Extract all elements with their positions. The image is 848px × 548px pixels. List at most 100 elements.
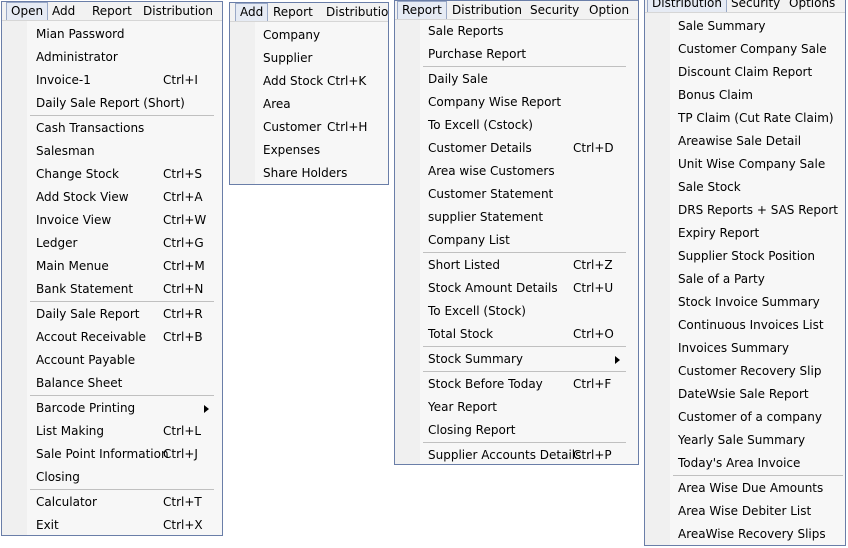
menu-item-areawise-sale-detail[interactable]: Areawise Sale Detail (645, 130, 845, 153)
menu-item-shortcut: Ctrl+R (163, 307, 203, 321)
menubar-item-report[interactable]: Report (397, 1, 447, 19)
menu-item-area-wise-customers[interactable]: Area wise Customers (395, 160, 638, 183)
menu-item-accout-receivable[interactable]: Accout Receivable Ctrl+B (2, 326, 222, 349)
menu-item-label: Accout Receivable (36, 330, 146, 344)
menu-item-area-wise-due-amounts[interactable]: Area Wise Due Amounts (645, 477, 845, 500)
menu-item-customer-details[interactable]: Customer Details Ctrl+D (395, 137, 638, 160)
menubar-item-open[interactable]: Open (6, 2, 49, 20)
menu-item-daily-sale[interactable]: Daily Sale (395, 68, 638, 91)
menu-item-mian-password[interactable]: Mian Password (2, 23, 222, 46)
menu-item-customer-company-sale[interactable]: Customer Company Sale (645, 38, 845, 61)
menu-item-salesman[interactable]: Salesman (2, 140, 222, 163)
menubar-item-add[interactable]: Add (48, 2, 79, 20)
menu-item-main-menue[interactable]: Main Menue Ctrl+M (2, 255, 222, 278)
menubar-item-distribution[interactable]: Distribution (322, 3, 388, 21)
menubar-item-distribution[interactable]: Distribution (139, 2, 217, 20)
menu-item-company[interactable]: Company (230, 24, 388, 47)
menu-item-bank-statement[interactable]: Bank Statement Ctrl+N (2, 278, 222, 301)
menu-item-shortcut: Ctrl+T (163, 495, 202, 509)
menu-item-daily-sale-report[interactable]: Daily Sale Report Ctrl+R (2, 303, 222, 326)
menu-item-invoice-1[interactable]: Invoice-1 Ctrl+I (2, 69, 222, 92)
menu-item-company-list[interactable]: Company List (395, 229, 638, 252)
menu-item-total-stock[interactable]: Total Stock Ctrl+O (395, 323, 638, 346)
menu-item-label: Administrator (36, 50, 118, 64)
menu-item-shortcut: Ctrl+I (163, 73, 198, 87)
menu-item-label: Add Stock (263, 74, 324, 88)
menu-item-today-s-area-invoice[interactable]: Today's Area Invoice (645, 452, 845, 475)
menu-item-shortcut: Ctrl+D (573, 141, 614, 155)
menu-item-barcode-printing[interactable]: Barcode Printing (2, 397, 222, 420)
menu-item-label: Add Stock View (36, 190, 129, 204)
menu-item-change-stock[interactable]: Change Stock Ctrl+S (2, 163, 222, 186)
menu-item-datewsie-sale-report[interactable]: DateWsie Sale Report (645, 383, 845, 406)
menu-item-supplier-statement[interactable]: supplier Statement (395, 206, 638, 229)
menu-item-purchase-report[interactable]: Purchase Report (395, 43, 638, 66)
menu-item-discount-claim-report[interactable]: Discount Claim Report (645, 61, 845, 84)
menu-item-closing[interactable]: Closing (2, 466, 222, 489)
menu-item-stock-invoice-summary[interactable]: Stock Invoice Summary (645, 291, 845, 314)
menu-item-sale-point-information[interactable]: Sale Point Information Ctrl+J (2, 443, 222, 466)
menu-item-continuous-invoices-list[interactable]: Continuous Invoices List (645, 314, 845, 337)
menu-item-to-excell-stock[interactable]: To Excell (Stock) (395, 300, 638, 323)
menu-item-bonus-claim[interactable]: Bonus Claim (645, 84, 845, 107)
menu-item-sale-reports[interactable]: Sale Reports (395, 20, 638, 43)
menu-item-label: Unit Wise Company Sale (678, 157, 826, 171)
menu-item-invoices-summary[interactable]: Invoices Summary (645, 337, 845, 360)
menu-item-administrator[interactable]: Administrator (2, 46, 222, 69)
menu-item-label: Purchase Report (428, 47, 527, 61)
menu-item-share-holders[interactable]: Share Holders (230, 162, 388, 184)
menu-item-customer-of-a-company[interactable]: Customer of a company (645, 406, 845, 429)
menu-item-expenses[interactable]: Expenses (230, 139, 388, 162)
menubar-item-report[interactable]: Report (269, 3, 317, 21)
menubar-item-report[interactable]: Report (88, 2, 136, 20)
menu-item-area-wise-debiter-list[interactable]: Area Wise Debiter List (645, 500, 845, 523)
menu-item-drs-reports-sas-report[interactable]: DRS Reports + SAS Report (645, 199, 845, 222)
menu-item-company-wise-report[interactable]: Company Wise Report (395, 91, 638, 114)
menu-item-sale-of-a-party[interactable]: Sale of a Party (645, 268, 845, 291)
menubar-item-security[interactable]: Security (727, 0, 784, 12)
menu-item-balance-sheet[interactable]: Balance Sheet (2, 372, 222, 395)
menu-item-unit-wise-company-sale[interactable]: Unit Wise Company Sale (645, 153, 845, 176)
menubar-item-add[interactable]: Add (235, 3, 269, 21)
menu-item-shortcut: Ctrl+G (163, 236, 204, 250)
menu-item-add-stock-view[interactable]: Add Stock View Ctrl+A (2, 186, 222, 209)
menu-item-tp-claim-cut-rate-claim[interactable]: TP Claim (Cut Rate Claim) (645, 107, 845, 130)
menu-item-supplier-accounts-details[interactable]: Supplier Accounts Details Ctrl+P (395, 444, 638, 464)
menu-item-areawise-recovery-slips[interactable]: AreaWise Recovery Slips (645, 523, 845, 545)
menu-item-add-stock[interactable]: Add Stock Ctrl+K (230, 70, 388, 93)
menu-item-ledger[interactable]: Ledger Ctrl+G (2, 232, 222, 255)
menubar-item-distribution[interactable]: Distribution (647, 0, 728, 12)
menu-item-customer-recovery-slip[interactable]: Customer Recovery Slip (645, 360, 845, 383)
menubar-item-options[interactable]: Options (785, 0, 839, 12)
menu-item-label: Invoice View (36, 213, 112, 227)
menubar-item-option[interactable]: Option (585, 1, 633, 19)
menu-item-stock-summary[interactable]: Stock Summary (395, 348, 638, 371)
menu-item-label: Bank Statement (36, 282, 134, 296)
menubar-item-distribution[interactable]: Distribution (448, 1, 526, 19)
menu-item-daily-sale-report-short[interactable]: Daily Sale Report (Short) (2, 92, 222, 115)
menu-item-account-payable[interactable]: Account Payable (2, 349, 222, 372)
menu-item-stock-amount-details[interactable]: Stock Amount Details Ctrl+U (395, 277, 638, 300)
menu-item-area[interactable]: Area (230, 93, 388, 116)
menu-item-calculator[interactable]: Calculator Ctrl+T (2, 491, 222, 514)
menu-item-label: Change Stock (36, 167, 119, 181)
menu-item-label: Sale Stock (678, 180, 741, 194)
menu-item-to-excell-cstock[interactable]: To Excell (Cstock) (395, 114, 638, 137)
menu-item-stock-before-today[interactable]: Stock Before Today Ctrl+F (395, 373, 638, 396)
menu-item-yearly-sale-summary[interactable]: Yearly Sale Summary (645, 429, 845, 452)
menu-item-expiry-report[interactable]: Expiry Report (645, 222, 845, 245)
menu-item-exit[interactable]: Exit Ctrl+X (2, 514, 222, 535)
menu-item-list-making[interactable]: List Making Ctrl+L (2, 420, 222, 443)
menu-item-customer-statement[interactable]: Customer Statement (395, 183, 638, 206)
menu-item-sale-summary[interactable]: Sale Summary (645, 15, 845, 38)
menu-item-supplier[interactable]: Supplier (230, 47, 388, 70)
menu-item-customer[interactable]: Customer Ctrl+H (230, 116, 388, 139)
menu-item-supplier-stock-position[interactable]: Supplier Stock Position (645, 245, 845, 268)
menubar-item-security[interactable]: Security (526, 1, 583, 19)
menu-item-year-report[interactable]: Year Report (395, 396, 638, 419)
menu-item-sale-stock[interactable]: Sale Stock (645, 176, 845, 199)
menu-item-cash-transactions[interactable]: Cash Transactions (2, 117, 222, 140)
menu-item-closing-report[interactable]: Closing Report (395, 419, 638, 442)
menu-item-invoice-view[interactable]: Invoice View Ctrl+W (2, 209, 222, 232)
menu-item-short-listed[interactable]: Short Listed Ctrl+Z (395, 254, 638, 277)
